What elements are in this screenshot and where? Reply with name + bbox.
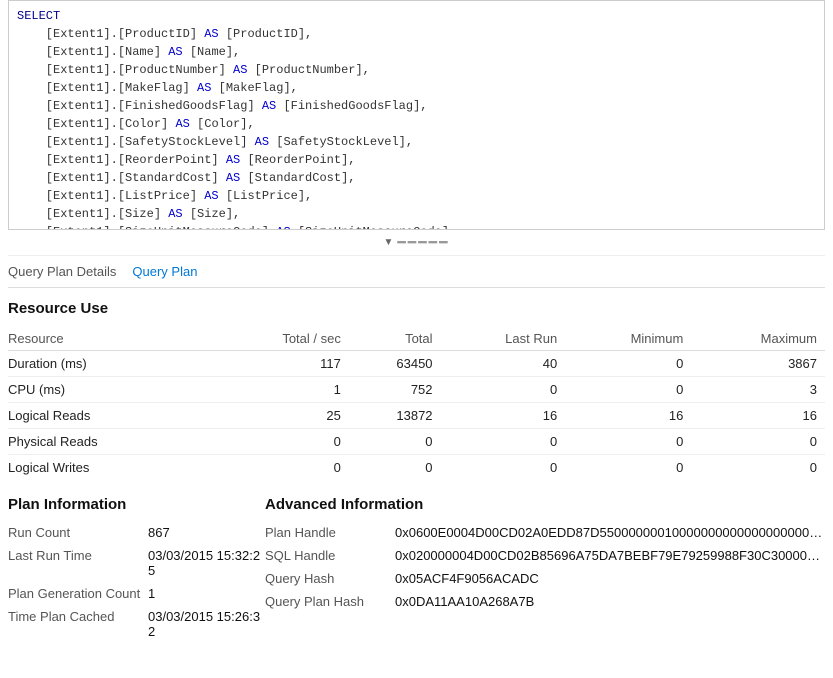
resource-col-header: Last Run	[441, 327, 566, 351]
adv-info-label: Query Hash	[265, 571, 395, 586]
plan-info-row: Run Count 867	[8, 525, 265, 540]
resource-col-header: Resource	[8, 327, 211, 351]
table-cell: Logical Writes	[8, 455, 211, 481]
plan-info-value: 1	[148, 586, 155, 601]
table-cell: 0	[565, 455, 691, 481]
table-cell: 0	[349, 455, 441, 481]
table-cell: 0	[211, 455, 349, 481]
table-cell: 0	[211, 429, 349, 455]
resource-col-header: Maximum	[691, 327, 825, 351]
adv-info-row: SQL Handle 0x020000004D00CD02B85696A75DA…	[265, 548, 825, 563]
adv-info-value: 0x020000004D00CD02B85696A75DA7BEBF79E792…	[395, 548, 825, 563]
table-cell: 0	[691, 455, 825, 481]
resource-table: ResourceTotal / secTotalLast RunMinimumM…	[8, 327, 825, 480]
collapse-arrow: ▼	[383, 237, 393, 248]
table-cell: 40	[441, 351, 566, 377]
tab-query-plan[interactable]: Query Plan	[132, 262, 197, 281]
table-row: Logical Writes00000	[8, 455, 825, 481]
plan-info-row: Plan Generation Count 1	[8, 586, 265, 601]
plan-info-value: 03/03/2015 15:32:25	[148, 548, 265, 578]
table-cell: 13872	[349, 403, 441, 429]
plan-info-label: Last Run Time	[8, 548, 148, 563]
collapse-bar: ▼ ━━━━━	[8, 230, 825, 256]
tab-query-plan-details[interactable]: Query Plan Details	[8, 262, 116, 281]
plan-info-title: Plan Information	[8, 496, 265, 513]
table-cell: CPU (ms)	[8, 377, 211, 403]
adv-info-value: 0x0DA11AA10A268A7B	[395, 594, 534, 609]
resource-col-header: Minimum	[565, 327, 691, 351]
table-cell: 63450	[349, 351, 441, 377]
adv-info-row: Query Hash 0x05ACF4F9056ACADC	[265, 571, 825, 586]
table-row: Physical Reads00000	[8, 429, 825, 455]
adv-info-label: SQL Handle	[265, 548, 395, 563]
advanced-info-col: Advanced Information Plan Handle 0x0600E…	[265, 496, 825, 647]
adv-info-label: Plan Handle	[265, 525, 395, 540]
table-cell: Physical Reads	[8, 429, 211, 455]
resource-use-title: Resource Use	[8, 300, 825, 317]
table-cell: Duration (ms)	[8, 351, 211, 377]
table-cell: 0	[441, 377, 566, 403]
table-cell: 1	[211, 377, 349, 403]
table-cell: 3867	[691, 351, 825, 377]
info-section: Plan Information Run Count 867 Last Run …	[8, 484, 825, 651]
table-cell: 0	[349, 429, 441, 455]
resource-use-section: Resource Use ResourceTotal / secTotalLas…	[8, 288, 825, 484]
advanced-info-title: Advanced Information	[265, 496, 825, 513]
collapse-dots: ━━━━━	[397, 234, 449, 251]
adv-info-row: Query Plan Hash 0x0DA11AA10A268A7B	[265, 594, 825, 609]
plan-info-label: Run Count	[8, 525, 148, 540]
table-cell: 0	[441, 455, 566, 481]
table-row: Logical Reads2513872161616	[8, 403, 825, 429]
table-cell: 0	[691, 429, 825, 455]
table-cell: 0	[565, 377, 691, 403]
table-cell: Logical Reads	[8, 403, 211, 429]
plan-info-label: Time Plan Cached	[8, 609, 148, 624]
adv-info-row: Plan Handle 0x0600E0004D00CD02A0EDD87D55…	[265, 525, 825, 540]
tab-bar: Query Plan Details Query Plan	[8, 256, 825, 288]
table-cell: 0	[565, 351, 691, 377]
table-cell: 3	[691, 377, 825, 403]
table-cell: 16	[441, 403, 566, 429]
plan-info-row: Last Run Time 03/03/2015 15:32:25	[8, 548, 265, 578]
table-cell: 752	[349, 377, 441, 403]
plan-info-row: Time Plan Cached 03/03/2015 15:26:32	[8, 609, 265, 639]
plan-info-col: Plan Information Run Count 867 Last Run …	[8, 496, 265, 647]
adv-info-value: 0x05ACF4F9056ACADC	[395, 571, 539, 586]
plan-info-value: 03/03/2015 15:26:32	[148, 609, 265, 639]
table-cell: 0	[441, 429, 566, 455]
sql-editor[interactable]: SELECT [Extent1].[ProductID] AS [Product…	[8, 0, 825, 230]
table-cell: 117	[211, 351, 349, 377]
table-row: Duration (ms)117634504003867	[8, 351, 825, 377]
resource-col-header: Total / sec	[211, 327, 349, 351]
plan-info-label: Plan Generation Count	[8, 586, 148, 601]
plan-info-value: 867	[148, 525, 170, 540]
table-row: CPU (ms)1752003	[8, 377, 825, 403]
resource-col-header: Total	[349, 327, 441, 351]
table-cell: 0	[565, 429, 691, 455]
table-cell: 25	[211, 403, 349, 429]
table-cell: 16	[565, 403, 691, 429]
adv-info-value: 0x0600E0004D00CD02A0EDD87D55000000010000…	[395, 525, 825, 540]
adv-info-label: Query Plan Hash	[265, 594, 395, 609]
table-cell: 16	[691, 403, 825, 429]
